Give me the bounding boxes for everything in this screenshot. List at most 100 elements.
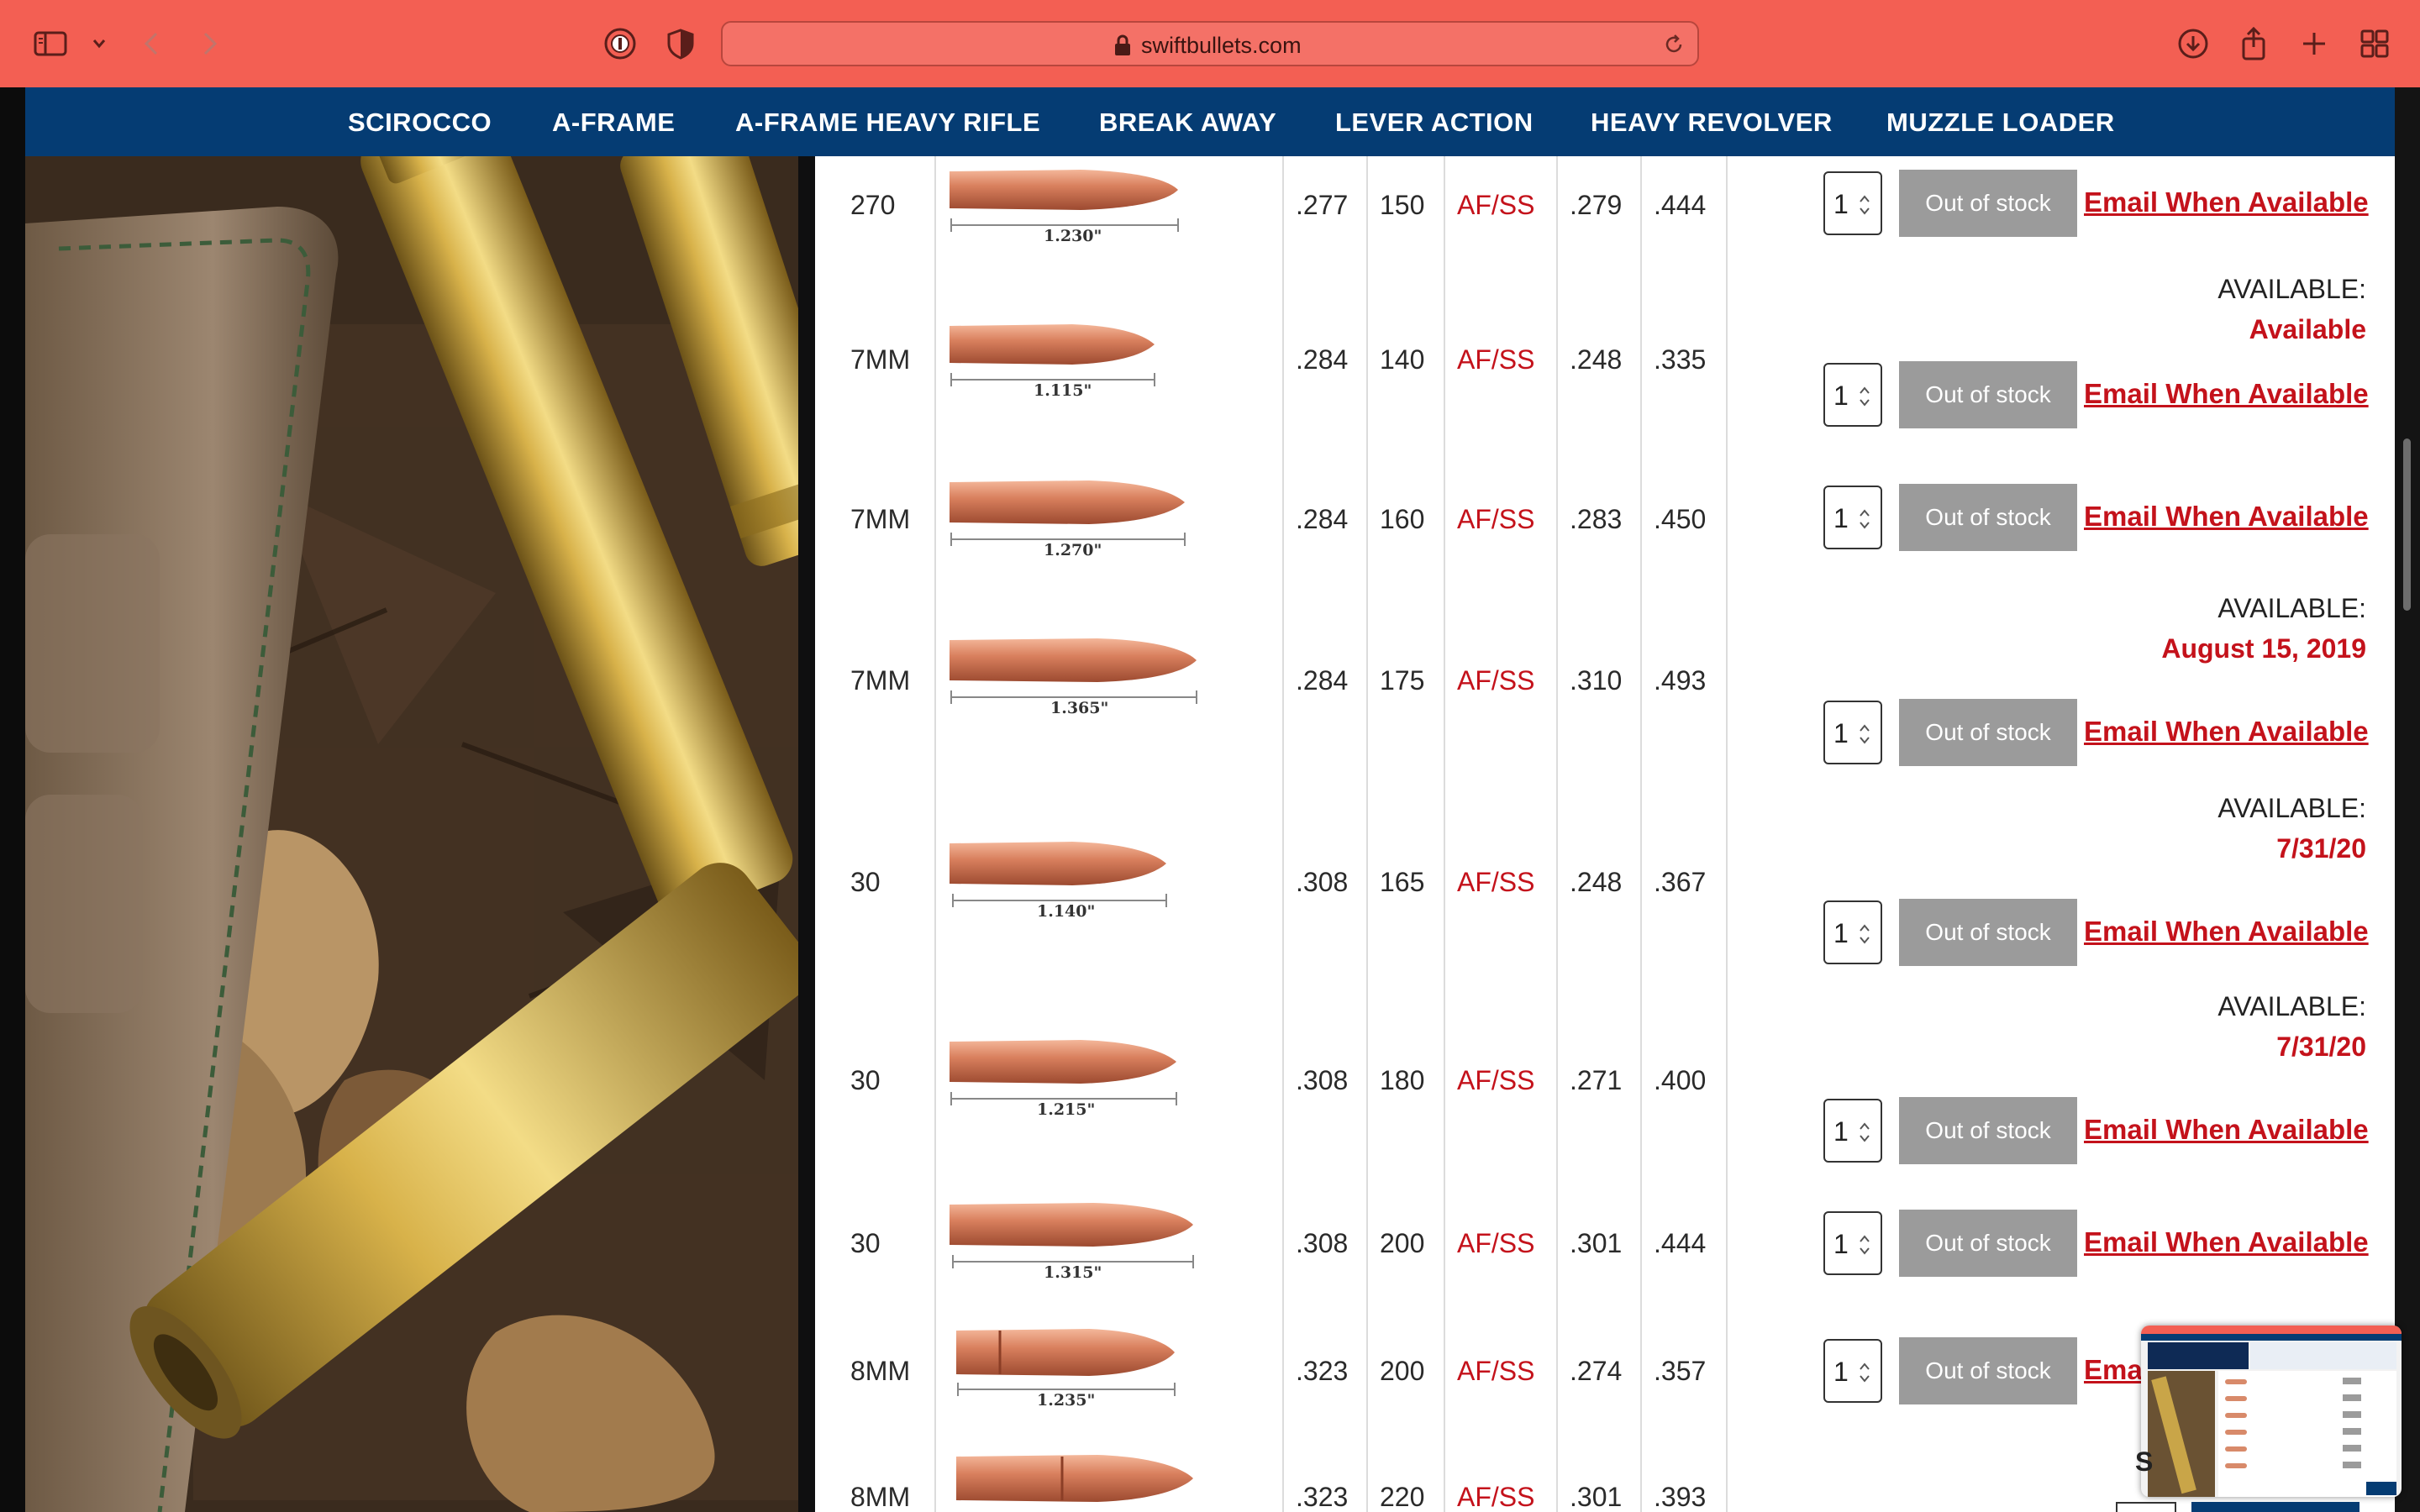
type-cell[interactable]: AF/SS (1457, 1356, 1534, 1387)
weight-cell: 140 (1380, 344, 1425, 375)
type-cell[interactable]: AF/SS (1457, 665, 1534, 696)
password-icon[interactable] (602, 25, 639, 62)
type-cell[interactable]: AF/SS (1457, 504, 1534, 535)
available-label: AVAILABLE: (2217, 991, 2366, 1021)
caliber-cell: 30 (850, 1065, 881, 1095)
forward-icon[interactable] (190, 25, 227, 62)
back-icon[interactable] (134, 25, 171, 62)
quantity-input[interactable]: 1 (1823, 900, 1882, 964)
diameter-cell: .308 (1296, 1065, 1349, 1095)
nav-item-a-frame[interactable]: A-FRAME (552, 108, 675, 138)
stepper-icon[interactable] (1859, 1121, 1870, 1144)
out-of-stock-button[interactable]: Out of stock (1899, 484, 2077, 551)
type-cell[interactable]: AF/SS (1457, 1482, 1534, 1512)
weight-cell: 200 (1380, 1228, 1425, 1258)
address-bar[interactable]: swiftbullets.com (721, 21, 1699, 66)
stepper-icon[interactable] (1859, 922, 1870, 946)
email-when-available-link[interactable]: Email When Available (2084, 916, 2369, 948)
bc-cell: .301 (1570, 1228, 1623, 1258)
stepper-icon[interactable] (1859, 1233, 1870, 1257)
out-of-stock-button[interactable]: Out of stock (1899, 361, 2077, 428)
chevron-down-icon[interactable] (81, 25, 106, 62)
quantity-input[interactable]: 1 (1823, 486, 1882, 549)
quantity-input-partial[interactable] (2116, 1502, 2176, 1512)
table-row: 270 1.230" .277 150 AF/SS .279 .444 1 Ou… (815, 156, 2395, 264)
bullet-image: 1.270" (946, 472, 1190, 560)
quantity-input[interactable]: 1 (1823, 701, 1882, 764)
stepper-icon[interactable] (1859, 193, 1870, 217)
bullet-image: 1.215" (946, 1032, 1190, 1120)
email-when-available-link[interactable]: Email When Available (2084, 716, 2369, 748)
diameter-cell: .284 (1296, 344, 1349, 375)
email-when-available-link[interactable]: Email When Available (2084, 1114, 2369, 1146)
quantity-input[interactable]: 1 (1823, 1211, 1882, 1275)
bullet-length-label: 1.315" (1040, 1263, 1106, 1282)
quantity-input[interactable]: 1 (1823, 1339, 1882, 1403)
nav-item-scirocco[interactable]: SCIROCCO (348, 108, 492, 138)
quantity-input[interactable]: 1 (1823, 363, 1882, 427)
caliber-cell: 8MM (850, 1356, 911, 1386)
table-row: 30 1.215" .308 180 AF/SS .271 .400 AVAIL… (815, 981, 2395, 1181)
scrollbar-thumb[interactable] (2403, 438, 2411, 611)
email-when-available-link[interactable]: Email When Available (2084, 186, 2369, 218)
add-to-cart-button-partial[interactable] (2191, 1502, 2360, 1512)
stepper-icon[interactable] (1859, 722, 1870, 746)
sd-cell: .444 (1654, 190, 1707, 220)
bullet-length-label: 1.235" (1034, 1391, 1099, 1410)
stepper-icon[interactable] (1859, 1361, 1870, 1384)
diameter-cell: .308 (1296, 1228, 1349, 1258)
nav-item-break-away[interactable]: BREAK AWAY (1099, 108, 1276, 138)
caliber-cell: 7MM (850, 504, 911, 534)
reload-icon[interactable] (1662, 33, 1686, 56)
type-cell[interactable]: AF/SS (1457, 1228, 1534, 1259)
browser-toolbar: swiftbullets.com (0, 0, 2420, 87)
quantity-input[interactable]: 1 (1823, 1099, 1882, 1163)
email-when-available-link[interactable]: Email When Available (2084, 1226, 2369, 1258)
nav-item-a-frame-heavy-rifle[interactable]: A-FRAME HEAVY RIFLE (735, 108, 1040, 138)
download-icon[interactable] (2175, 25, 2212, 62)
bullet-length-label: 1.215" (1034, 1100, 1099, 1119)
nav-item-muzzle-loader[interactable]: MUZZLE LOADER (1886, 108, 2115, 138)
email-when-available-link[interactable]: Email When Available (2084, 501, 2369, 533)
weight-cell: 200 (1380, 1356, 1425, 1386)
table-row: 7MM 1.115" .284 140 AF/SS .248 .335 AVAI… (815, 264, 2395, 428)
type-cell[interactable]: AF/SS (1457, 190, 1534, 221)
nav-item-heavy-revolver[interactable]: HEAVY REVOLVER (1591, 108, 1833, 138)
type-cell[interactable]: AF/SS (1457, 344, 1534, 375)
caliber-cell: 270 (850, 190, 896, 220)
sidebar-icon[interactable] (32, 25, 69, 62)
bullet-image: 1.230" (946, 160, 1190, 248)
bullet-length-label: 1.365" (1047, 699, 1113, 717)
sd-cell: .493 (1654, 665, 1707, 696)
quantity-input[interactable]: 1 (1823, 171, 1882, 235)
out-of-stock-button[interactable]: Out of stock (1899, 699, 2077, 766)
out-of-stock-button[interactable]: Out of stock (1899, 899, 2077, 966)
type-cell[interactable]: AF/SS (1457, 1065, 1534, 1096)
bullet-length-label: 1.115" (1030, 381, 1096, 400)
weight-cell: 160 (1380, 504, 1425, 534)
url-text: swiftbullets.com (1141, 33, 1302, 58)
email-when-available-link[interactable]: Email When Available (2084, 378, 2369, 410)
out-of-stock-button[interactable]: Out of stock (1899, 1210, 2077, 1277)
share-icon[interactable] (2235, 25, 2272, 62)
bullet-image: 1.315" (946, 1194, 1198, 1283)
out-of-stock-button[interactable]: Out of stock (1899, 1097, 2077, 1164)
diameter-cell: .323 (1296, 1482, 1349, 1512)
shield-icon[interactable] (662, 25, 699, 62)
nav-item-lever-action[interactable]: LEVER ACTION (1335, 108, 1534, 138)
stepper-icon[interactable] (1859, 507, 1870, 531)
table-row: 30 1.140" .308 165 AF/SS .248 .367 AVAIL… (815, 783, 2395, 981)
type-cell[interactable]: AF/SS (1457, 867, 1534, 898)
bullet-image: 1.140" (946, 833, 1190, 921)
diameter-cell: .308 (1296, 867, 1349, 897)
new-tab-icon[interactable] (2296, 25, 2333, 62)
out-of-stock-button[interactable]: Out of stock (1899, 170, 2077, 237)
out-of-stock-button[interactable]: Out of stock (1899, 1337, 2077, 1404)
tab-overview-icon[interactable] (2356, 25, 2393, 62)
diameter-cell: .277 (1296, 190, 1349, 220)
screenshot-thumbnail[interactable] (2141, 1326, 2402, 1497)
page-scrollbar[interactable] (2395, 87, 2420, 1512)
caliber-cell: 7MM (850, 665, 911, 696)
stepper-icon[interactable] (1859, 385, 1870, 408)
sd-cell: .450 (1654, 504, 1707, 534)
